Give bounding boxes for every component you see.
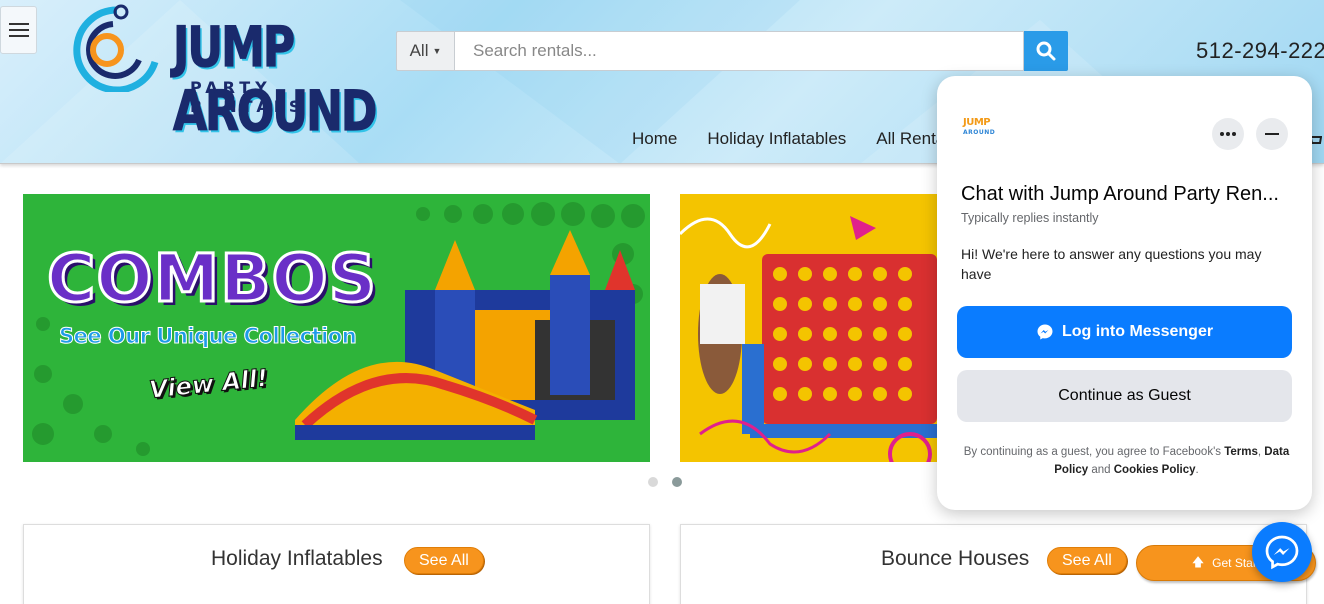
hamburger-menu-button[interactable] [0,6,37,54]
search-category-value: All [409,41,429,60]
chat-page-logo: JUMP AROUND [963,118,995,138]
carousel-slide-giant-connect-four[interactable] [680,194,937,462]
see-all-button[interactable]: See All [404,547,484,574]
messenger-launcher-button[interactable] [1252,522,1312,582]
more-horizontal-icon [1220,132,1236,136]
messenger-icon [1265,535,1299,570]
messenger-chat-panel: JUMP AROUND Chat with Jump Around Party … [937,76,1312,510]
more-options-button[interactable] [1212,118,1244,150]
chat-logo-line1: JUMP [963,117,991,128]
chat-greeting-message: Hi! We're here to answer any questions y… [961,246,1262,282]
main-nav: Home Holiday Inflatables All Renta [632,129,945,149]
continue-as-guest-button[interactable]: Continue as Guest [957,370,1292,422]
minimize-chat-button[interactable] [1256,118,1288,150]
carousel-dot-2[interactable] [672,477,682,487]
carousel-indicators [648,477,682,487]
category-title: Holiday Inflatables [211,547,383,570]
search-category-dropdown[interactable]: All ▼ [396,31,454,71]
log-into-messenger-button[interactable]: Log into Messenger [957,306,1292,358]
site-logo[interactable]: JUMP AROUND PARTY RENTALS [55,2,385,144]
caret-down-icon: ▼ [432,46,442,56]
menu-icon [8,23,29,25]
see-all-button[interactable]: See All [1047,547,1127,574]
search-bar: All ▼ [396,31,1068,71]
logo-mark-icon [73,4,159,92]
messenger-icon [1037,324,1053,340]
nav-item-all-rentals[interactable]: All Renta [876,129,945,149]
slide-headline: COMBOS [45,239,378,319]
chat-status: Typically replies instantly [961,211,1099,225]
nav-item-holiday-inflatables[interactable]: Holiday Inflatables [707,129,846,149]
arrow-up-icon: 🡅 [1191,554,1205,569]
search-button[interactable] [1024,31,1068,71]
log-into-messenger-label: Log into Messenger [1061,323,1214,340]
nav-item-home[interactable]: Home [632,129,677,149]
cookies-policy-link[interactable]: Cookies Policy [1114,464,1196,476]
connect-four-image [680,216,937,462]
minimize-icon [1265,133,1279,135]
search-icon [1036,41,1056,61]
logo-subtitle: PARTY RENTALS [190,78,306,116]
category-card-holiday-inflatables: Holiday Inflatables See All [23,524,650,604]
terms-link[interactable]: Terms [1224,446,1258,458]
phone-number[interactable]: 512-294-222 [1196,38,1324,64]
slide-subline: See Our Unique Collection [58,324,357,349]
chat-logo-line2: AROUND [963,129,996,136]
carousel-dot-1[interactable] [648,477,658,487]
chat-legal-text: By continuing as a guest, you agree to F… [963,446,1290,476]
category-title: Bounce Houses [881,547,1030,570]
search-input[interactable] [454,31,1024,71]
chat-title: Chat with Jump Around Party Ren... [961,183,1279,205]
carousel-slide-combos[interactable]: COMBOS See Our Unique Collection View Al… [23,194,650,462]
